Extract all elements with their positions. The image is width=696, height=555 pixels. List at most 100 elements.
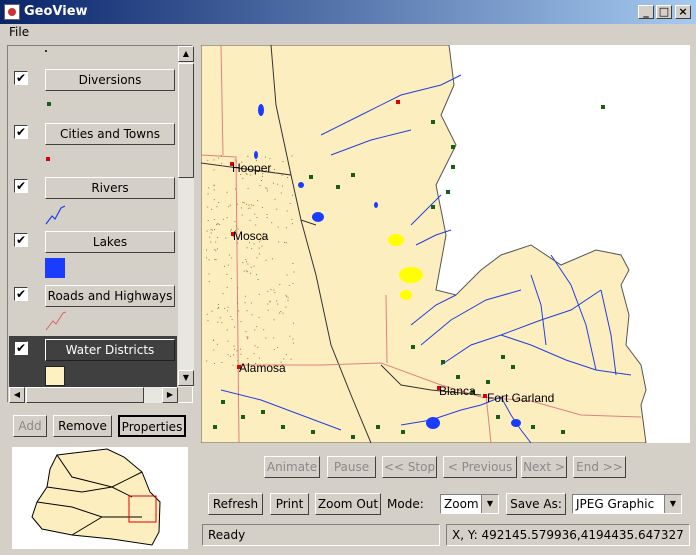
vertical-scroll-thumb[interactable] bbox=[178, 63, 194, 178]
parcel-dot bbox=[246, 336, 248, 338]
parcel-dot bbox=[277, 226, 279, 228]
parcel-dot bbox=[225, 237, 227, 239]
town-label-blanca: Blanca bbox=[439, 384, 476, 398]
layer-button-water-districts[interactable]: Water Districts bbox=[45, 339, 175, 361]
overview-map[interactable] bbox=[12, 447, 188, 549]
maximize-button[interactable]: □ bbox=[656, 5, 672, 19]
parcel-dot bbox=[236, 350, 238, 352]
layer-vertical-scrollbar[interactable]: ▲ ▼ bbox=[178, 46, 194, 387]
layer-button-lakes[interactable]: Lakes bbox=[45, 231, 175, 253]
parcel-dot bbox=[276, 347, 278, 349]
parcel-dot bbox=[282, 161, 284, 163]
parcel-dot bbox=[292, 263, 294, 264]
parcel-dot bbox=[217, 308, 219, 309]
parcel-dot bbox=[213, 159, 215, 161]
layer-checkbox-diversions[interactable]: ✔ bbox=[14, 71, 28, 85]
layer-checkbox-rivers[interactable]: ✔ bbox=[14, 179, 28, 193]
parcel-dot bbox=[280, 192, 282, 194]
parcel-dot bbox=[271, 258, 273, 260]
animate-button[interactable]: Animate bbox=[264, 456, 320, 478]
parcel-dot bbox=[206, 360, 208, 362]
remove-layer-button[interactable]: Remove bbox=[53, 415, 112, 437]
previous-button[interactable]: < Previous bbox=[443, 456, 517, 478]
parcel-dot bbox=[230, 355, 231, 357]
layer-button-cities[interactable]: Cities and Towns bbox=[45, 123, 175, 145]
minimize-button[interactable]: _ bbox=[638, 5, 654, 19]
map-view[interactable]: Hooper Mosca Alamosa Blanca Fort Garland bbox=[201, 45, 690, 443]
layer-checkbox-lakes[interactable]: ✔ bbox=[14, 233, 28, 247]
map-canvas[interactable]: Hooper Mosca Alamosa Blanca Fort Garland bbox=[201, 45, 690, 443]
parcel-dot bbox=[246, 310, 248, 312]
parcel-dot bbox=[273, 337, 275, 339]
water-district-region bbox=[201, 45, 647, 443]
parcel-dot bbox=[244, 295, 246, 297]
menu-file[interactable]: File bbox=[9, 25, 29, 39]
add-layer-button[interactable]: Add bbox=[13, 415, 47, 437]
parcel-dot bbox=[291, 155, 293, 157]
layer-panel: ✔ Diversions ✔ Cities and Towns ✔ Rivers… bbox=[7, 45, 194, 403]
parcel-dot bbox=[210, 241, 212, 243]
parcel-dot bbox=[258, 247, 260, 249]
parcel-dot bbox=[257, 279, 259, 280]
parcel-dot bbox=[243, 202, 245, 204]
end-button[interactable]: End >> bbox=[573, 456, 626, 478]
refresh-button[interactable]: Refresh bbox=[208, 493, 263, 515]
parcel-dot bbox=[208, 187, 210, 189]
parcel-dot bbox=[213, 219, 215, 221]
layer-checkbox-water-districts[interactable]: ✔ bbox=[14, 341, 28, 355]
properties-button[interactable]: Properties bbox=[118, 415, 186, 437]
scroll-right-arrow-icon[interactable]: ▶ bbox=[162, 387, 178, 403]
print-button[interactable]: Print bbox=[270, 493, 309, 515]
parcel-dot bbox=[249, 219, 251, 221]
horizontal-scroll-thumb[interactable] bbox=[26, 387, 144, 403]
parcel-dot bbox=[212, 340, 214, 341]
parcel-dot bbox=[240, 207, 242, 209]
format-select[interactable]: JPEG Graphic ▼ bbox=[572, 494, 682, 514]
parcel-dot bbox=[252, 205, 254, 207]
parcel-dot bbox=[243, 270, 245, 272]
parcel-dot bbox=[253, 243, 255, 245]
parcel-dot bbox=[258, 357, 260, 359]
layer-button-roads[interactable]: Roads and Highways bbox=[45, 285, 175, 307]
parcel-dot bbox=[226, 217, 228, 219]
parcel-dot bbox=[269, 300, 271, 302]
town-label-alamosa: Alamosa bbox=[239, 361, 286, 375]
layer-button-diversions[interactable]: Diversions bbox=[45, 69, 175, 91]
scroll-down-arrow-icon[interactable]: ▼ bbox=[178, 370, 194, 386]
stop-button[interactable]: << Stop bbox=[382, 456, 437, 478]
parcel-dot bbox=[247, 155, 249, 157]
chevron-down-icon[interactable]: ▼ bbox=[481, 495, 498, 513]
parcel-dot bbox=[215, 250, 217, 252]
parcel-dot bbox=[207, 320, 209, 322]
parcel-dot bbox=[254, 329, 256, 331]
parcel-dot bbox=[234, 221, 236, 223]
close-button[interactable]: × bbox=[675, 5, 691, 19]
coordinates-readout: X, Y: 492145.579936,4194435.647327 bbox=[446, 524, 690, 546]
overview-canvas[interactable] bbox=[12, 447, 188, 549]
pause-button[interactable]: Pause bbox=[327, 456, 376, 478]
parcel-dot bbox=[280, 311, 282, 313]
parcel-dot bbox=[234, 348, 235, 350]
parcel-dot bbox=[231, 319, 233, 321]
parcel-dot bbox=[286, 274, 288, 276]
scroll-up-arrow-icon[interactable]: ▲ bbox=[178, 46, 194, 62]
layer-checkbox-roads[interactable]: ✔ bbox=[14, 287, 28, 301]
chevron-down-icon[interactable]: ▼ bbox=[664, 495, 681, 513]
layer-horizontal-scrollbar[interactable]: ◀ ▶ bbox=[9, 387, 178, 403]
parcel-dot bbox=[206, 249, 207, 251]
parcel-dot bbox=[283, 358, 285, 360]
scroll-left-arrow-icon[interactable]: ◀ bbox=[9, 387, 25, 403]
parcel-dot bbox=[258, 293, 260, 295]
parcel-dot bbox=[261, 180, 262, 181]
parcel-dot bbox=[207, 206, 209, 208]
layer-checkbox-cities[interactable]: ✔ bbox=[14, 125, 28, 139]
parcel-dot bbox=[247, 263, 249, 265]
parcel-dot bbox=[269, 301, 271, 303]
parcel-dot bbox=[286, 210, 288, 212]
layer-button-rivers[interactable]: Rivers bbox=[45, 177, 175, 199]
save-as-button[interactable]: Save As: bbox=[506, 493, 566, 515]
mode-select[interactable]: Zoom ▼ bbox=[440, 494, 499, 514]
city-legend-icon bbox=[46, 157, 50, 161]
next-button[interactable]: Next > bbox=[521, 456, 567, 478]
zoom-out-button[interactable]: Zoom Out bbox=[315, 493, 381, 515]
